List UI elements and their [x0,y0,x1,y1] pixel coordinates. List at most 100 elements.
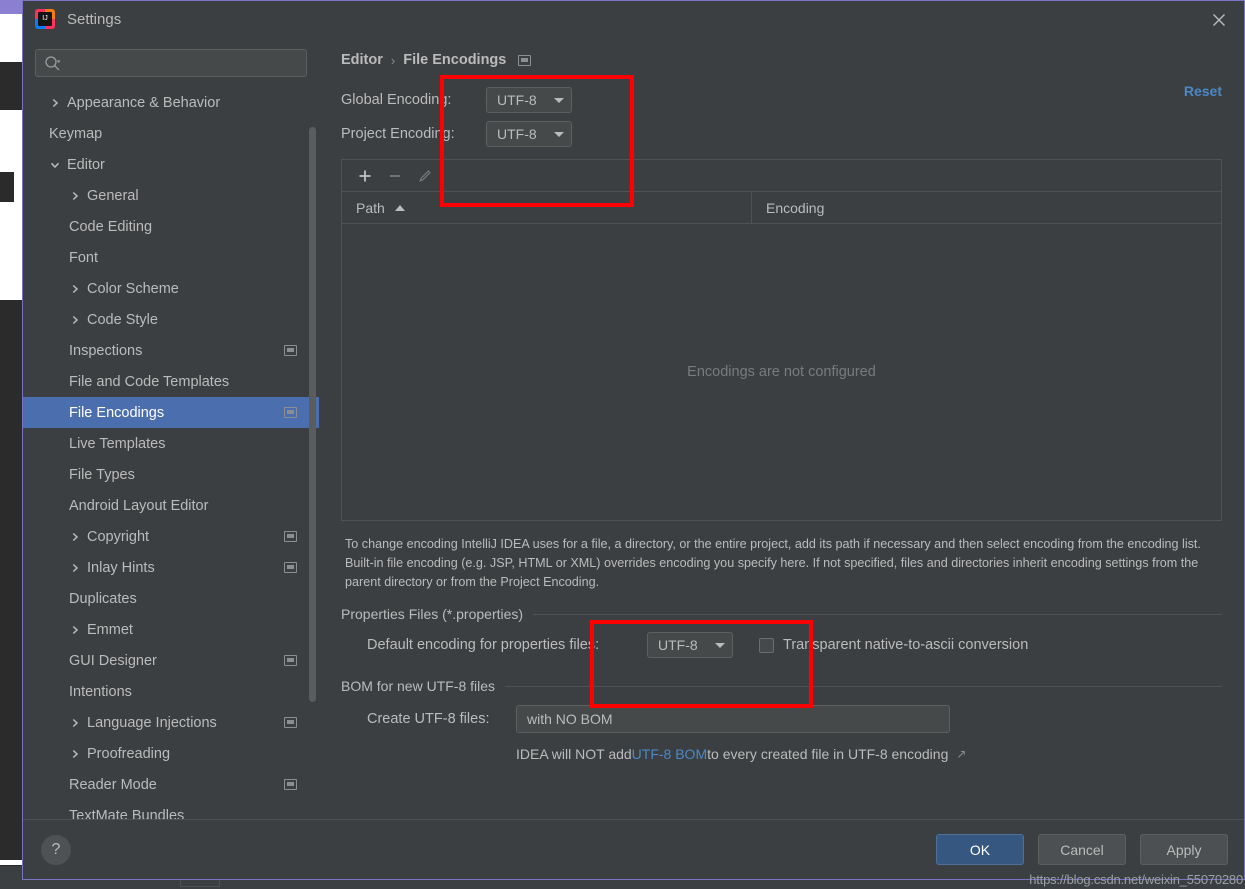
sidebar-item-label: Appearance & Behavior [67,94,221,111]
global-encoding-row: Global Encoding: UTF-8 [341,83,1222,117]
bom-group: BOM for new UTF-8 files Create UTF-8 fil… [341,678,1222,762]
create-utf8-label: Create UTF-8 files: [367,711,490,727]
bom-note-prefix: IDEA will NOT add [516,746,632,762]
sidebar-item-color-scheme[interactable]: Color Scheme [23,273,319,304]
chevron-right-icon[interactable] [69,314,81,326]
minus-icon[interactable] [386,167,404,185]
reset-link[interactable]: Reset [1184,83,1222,99]
sidebar-item-general[interactable]: General [23,180,319,211]
sidebar-item-label: Language Injections [87,714,217,731]
sidebar-item-proofreading[interactable]: Proofreading [23,738,319,769]
chevron-right-icon[interactable] [69,562,81,574]
external-link-icon: ↗ [956,747,967,761]
create-utf8-dropdown[interactable]: with NO BOM [516,705,950,733]
chevron-down-icon[interactable] [49,159,61,171]
sidebar-item-label: File and Code Templates [69,373,230,390]
chevron-right-icon[interactable] [69,717,81,729]
settings-search-box[interactable] [35,49,307,77]
sidebar-item-emmet[interactable]: Emmet [23,614,319,645]
properties-encoding-row: Default encoding for properties files: U… [367,628,1222,662]
apply-button[interactable]: Apply [1140,834,1228,865]
transparent-conversion-label: Transparent native-to-ascii conversion [783,637,1029,653]
project-encoding-value: UTF-8 [497,126,537,142]
sidebar-item-label: General [87,187,139,204]
chevron-down-icon [715,642,725,648]
column-header-path[interactable]: Path [342,192,752,223]
sidebar-item-label: Editor [67,156,105,173]
dialog-footer: ? OK Cancel Apply [23,819,1244,879]
configurable-badge-icon [284,562,297,573]
transparent-conversion-checkbox[interactable] [759,637,774,653]
sidebar-item-duplicates[interactable]: Duplicates [23,583,319,614]
bom-group-title-row: BOM for new UTF-8 files [341,678,1222,694]
chevron-right-icon[interactable] [69,624,81,636]
configurable-badge-icon [284,779,297,790]
background-panel-b [0,172,14,202]
sidebar-item-appearance-behavior[interactable]: Appearance & Behavior [23,87,319,118]
sidebar-item-gui-designer[interactable]: GUI Designer [23,645,319,676]
sidebar-item-intentions[interactable]: Intentions [23,676,319,707]
ok-button[interactable]: OK [936,834,1024,865]
chevron-right-icon[interactable] [69,748,81,760]
search-input[interactable] [65,55,298,71]
sidebar-item-textmate-bundles[interactable]: TextMate Bundles [23,800,319,820]
sidebar-item-label: Duplicates [69,590,137,607]
sidebar-item-code-style[interactable]: Code Style [23,304,319,335]
logo-text: IJ [38,12,52,26]
chevron-down-icon [554,97,564,103]
create-utf8-value: with NO BOM [527,711,613,727]
chevron-right-icon[interactable] [69,190,81,202]
screenshot-root: IJ Settings Appearance & Behavior Keymap… [0,0,1245,889]
sidebar-scrollbar[interactable] [309,127,316,702]
column-header-path-label: Path [356,199,385,216]
sidebar-item-label: Copyright [87,528,150,545]
breadcrumb-parent[interactable]: Editor [341,52,383,68]
sidebar-item-editor[interactable]: Editor [23,149,319,180]
configurable-badge-icon [284,717,297,728]
sort-ascending-icon [394,204,405,211]
properties-encoding-dropdown[interactable]: UTF-8 [647,632,733,658]
sidebar-item-label: Inlay Hints [87,559,155,576]
settings-dialog: IJ Settings Appearance & Behavior Keymap… [22,0,1245,880]
cancel-button[interactable]: Cancel [1038,834,1126,865]
global-encoding-dropdown[interactable]: UTF-8 [486,87,572,113]
configurable-badge-icon [284,531,297,542]
help-button[interactable]: ? [41,834,71,865]
chevron-right-icon[interactable] [69,531,81,543]
sidebar-item-keymap[interactable]: Keymap [23,118,319,149]
chevron-right-icon[interactable] [49,97,61,109]
sidebar-item-copyright[interactable]: Copyright [23,521,319,552]
pencil-icon[interactable] [416,167,434,185]
sidebar-item-code-editing[interactable]: Code Editing [23,211,319,242]
group-divider [505,685,1222,687]
background-panel-c [0,300,22,860]
sidebar-item-reader-mode[interactable]: Reader Mode [23,769,319,800]
settings-content-pane: Editor › File Encodings Reset Global Enc… [319,37,1244,819]
sidebar-item-live-templates[interactable]: Live Templates [23,428,319,459]
sidebar-item-label: Font [69,249,99,266]
encodings-table-toolbar [342,160,1221,192]
project-encoding-dropdown[interactable]: UTF-8 [486,121,572,147]
breadcrumb-separator: › [390,52,396,68]
sidebar-item-label: File Encodings [69,404,165,421]
sidebar-item-file-encodings[interactable]: File Encodings [23,397,319,428]
transparent-conversion-row[interactable]: Transparent native-to-ascii conversion [759,637,1028,653]
utf8-bom-link[interactable]: UTF-8 BOM [632,746,707,762]
close-icon[interactable] [1208,9,1230,31]
footer-actions: OK Cancel Apply [936,834,1228,865]
sidebar-item-inspections[interactable]: Inspections [23,335,319,366]
sidebar-item-android-layout-editor[interactable]: Android Layout Editor [23,490,319,521]
sidebar-item-file-and-code-templates[interactable]: File and Code Templates [23,366,319,397]
encodings-description: To change encoding IntelliJ IDEA uses fo… [345,537,1201,589]
sidebar-item-font[interactable]: Font [23,242,319,273]
plus-icon[interactable] [356,167,374,185]
background-title-accent [0,0,22,14]
settings-sidebar: Appearance & Behavior Keymap Editor General… [23,37,319,819]
encodings-table: Path Encoding Encodings are not configur… [341,159,1222,521]
column-header-encoding[interactable]: Encoding [752,192,824,223]
sidebar-item-inlay-hints[interactable]: Inlay Hints [23,552,319,583]
sidebar-item-file-types[interactable]: File Types [23,459,319,490]
sidebar-item-language-injections[interactable]: Language Injections [23,707,319,738]
properties-files-group: Properties Files (*.properties) Default … [341,606,1222,662]
chevron-right-icon[interactable] [69,283,81,295]
